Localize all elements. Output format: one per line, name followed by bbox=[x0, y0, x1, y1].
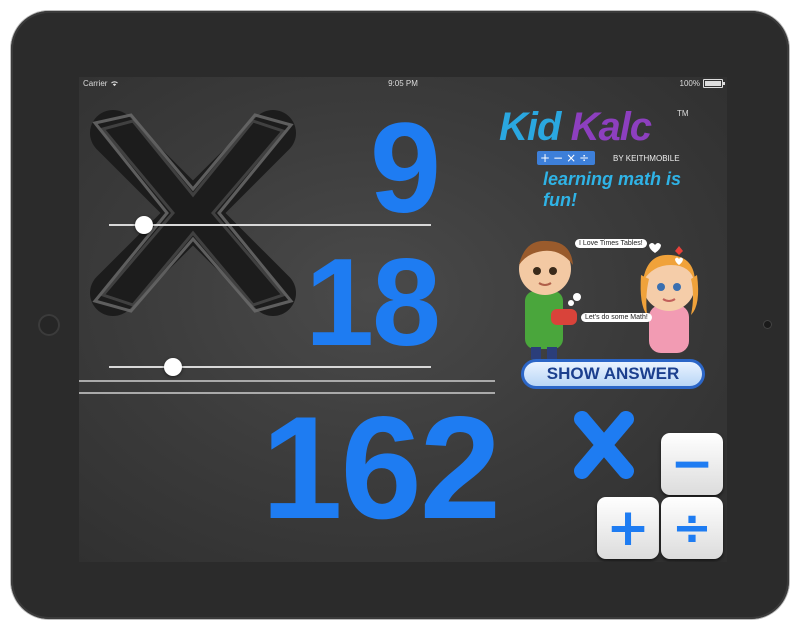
speech-bubble-boy: Let's do some Math! bbox=[581, 313, 652, 322]
multiply-icon[interactable] bbox=[568, 405, 640, 485]
battery-percent: 100% bbox=[679, 79, 700, 88]
kid-kalc-logo: Kid Kalc TM +−×÷ BY KEITHMOBILE learning… bbox=[495, 105, 705, 210]
plus-button[interactable]: + bbox=[597, 497, 659, 559]
second-slider-track[interactable] bbox=[109, 366, 431, 368]
divide-button[interactable]: ÷ bbox=[661, 497, 723, 559]
front-camera bbox=[763, 320, 772, 329]
logo-byline: BY KEITHMOBILE bbox=[613, 154, 680, 163]
cartoon-kids: I Love Times Tables! Let's do some Math! bbox=[515, 235, 711, 361]
logo-tagline: learning math is fun! bbox=[543, 169, 682, 210]
logo-title-kalc: Kalc bbox=[570, 105, 652, 149]
boy-figure bbox=[519, 240, 577, 359]
kids-illustration bbox=[519, 240, 699, 359]
minus-button[interactable]: − bbox=[661, 433, 723, 495]
show-answer-button[interactable]: SHOW ANSWER bbox=[521, 359, 705, 389]
status-bar: Carrier 9:05 PM 100% bbox=[79, 77, 727, 90]
home-button[interactable] bbox=[38, 314, 60, 336]
battery-group: 100% bbox=[679, 79, 725, 88]
top-slider-track[interactable] bbox=[109, 224, 431, 226]
status-time: 9:05 PM bbox=[388, 79, 418, 88]
chalk-multiply-icon bbox=[90, 110, 296, 316]
top-number: 9 bbox=[369, 97, 441, 240]
second-slider-thumb[interactable] bbox=[164, 358, 183, 376]
logo-title-kid: Kid bbox=[499, 105, 561, 149]
second-number: 18 bbox=[305, 234, 441, 372]
answer-divider-top bbox=[79, 380, 495, 382]
app-screen: Carrier 9:05 PM 100% × 9 18 162 bbox=[79, 77, 727, 562]
logo-operators: +−×÷ bbox=[537, 151, 596, 165]
logo-trademark: TM bbox=[677, 109, 689, 118]
battery-icon bbox=[703, 79, 725, 88]
girl-figure bbox=[640, 246, 699, 353]
answer-number: 162 bbox=[261, 386, 501, 549]
speech-bubble-girl: I Love Times Tables! bbox=[575, 239, 647, 248]
